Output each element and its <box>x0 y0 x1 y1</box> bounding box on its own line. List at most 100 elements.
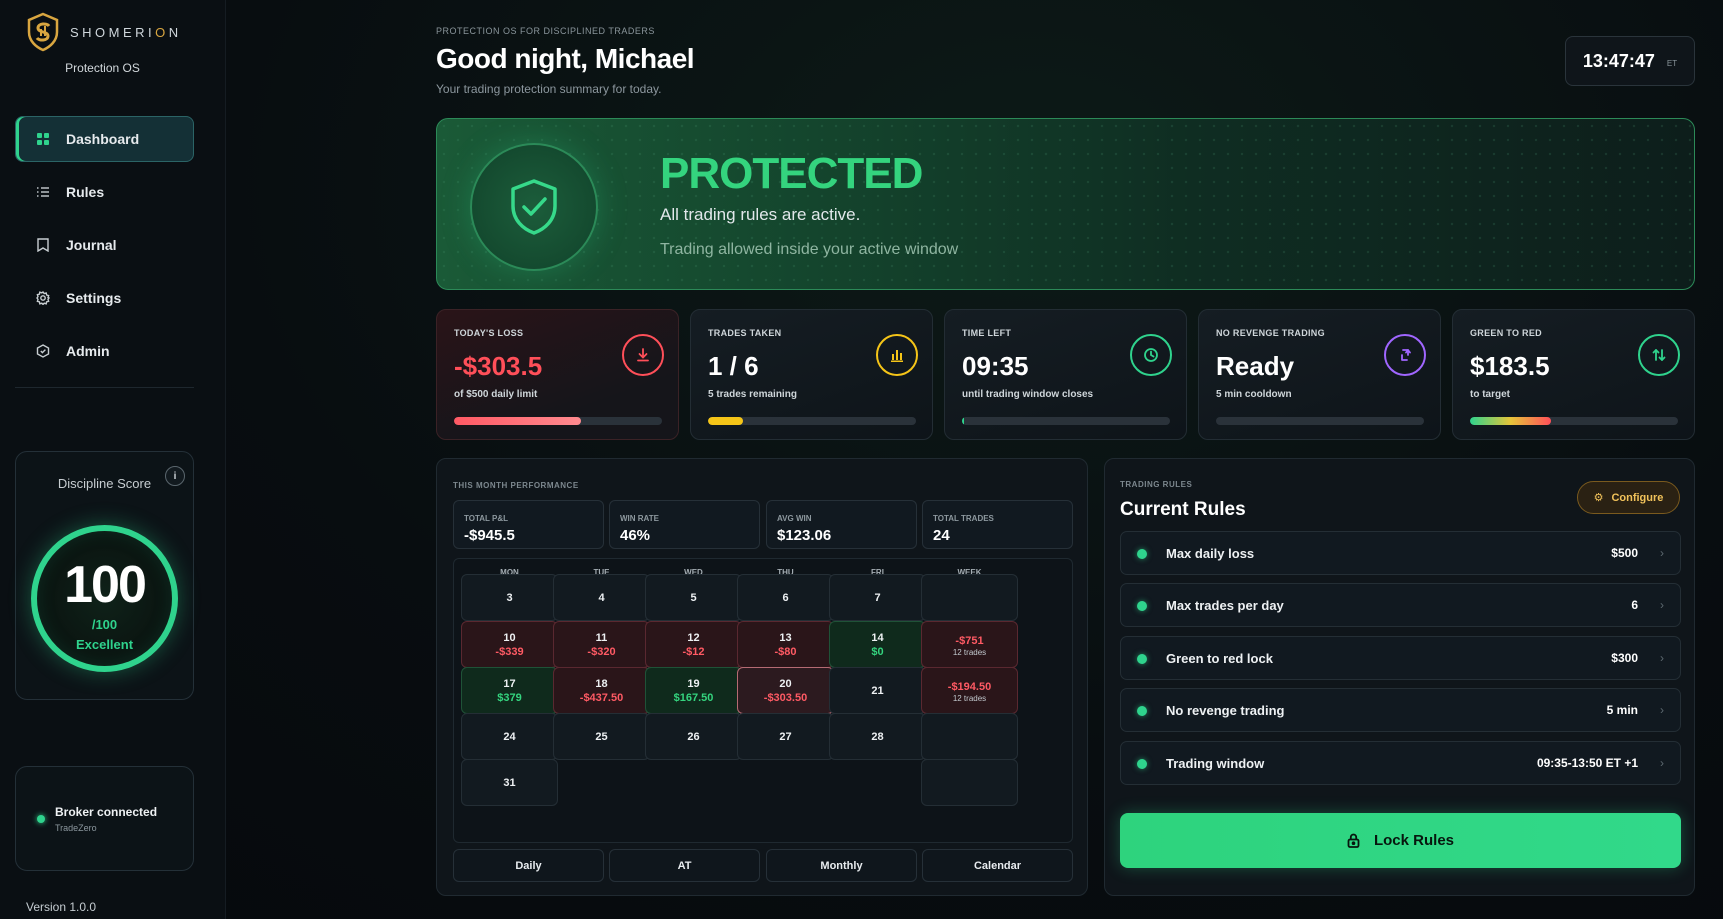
sidebar-item-label: Dashboard <box>66 131 140 147</box>
clock-time: 13:47:47 <box>1582 50 1655 71</box>
calendar-week-summary[interactable]: -$751 12 trades <box>921 621 1018 668</box>
protection-status: PROTECTED <box>660 149 923 198</box>
calendar-day-cell[interactable]: 14 $0 <box>829 621 926 668</box>
stat-card-green-to-red[interactable]: GREEN TO RED $183.5 to target <box>1452 309 1695 440</box>
calendar-week-summary[interactable] <box>921 713 1018 760</box>
rule-max-daily-loss[interactable]: Max daily loss $500 › <box>1120 531 1681 575</box>
kpi-label: TOTAL P&L <box>464 514 508 523</box>
view-monthly-button[interactable]: Monthly <box>766 849 917 882</box>
cycle-icon <box>1384 334 1426 376</box>
target-progress-bar <box>1470 417 1678 425</box>
stat-label: TIME LEFT <box>962 328 1012 338</box>
lock-rules-button[interactable]: Lock Rules <box>1120 813 1681 868</box>
calendar-day-cell[interactable]: 24 <box>461 713 558 760</box>
calendar-day-cell[interactable]: 21 <box>829 667 926 714</box>
stat-card-trades-taken[interactable]: TRADES TAKEN 1 / 6 5 trades remaining <box>690 309 933 440</box>
calendar-week-summary[interactable] <box>921 759 1018 806</box>
rule-active-dot <box>1137 601 1147 611</box>
rule-name: Green to red lock <box>1166 651 1273 666</box>
stat-subtext: of $500 daily limit <box>454 389 538 400</box>
rule-max-trades-per-day[interactable]: Max trades per day 6 › <box>1120 583 1681 627</box>
sidebar-item-rules[interactable]: Rules <box>15 169 194 215</box>
calendar-day-number: 26 <box>687 730 700 743</box>
calendar-week-trades: 12 trades <box>952 693 987 703</box>
calendar-day-cell[interactable]: 10 -$339 <box>461 621 558 668</box>
stat-label: GREEN TO RED <box>1470 328 1542 338</box>
sidebar-item-dashboard[interactable]: Dashboard <box>15 116 194 162</box>
calendar-day-cell[interactable]: 17 $379 <box>461 667 558 714</box>
calendar-day-cell[interactable]: 4 <box>553 574 650 621</box>
calendar-day-number: 28 <box>871 730 884 743</box>
sidebar-item-settings[interactable]: Settings <box>15 275 194 321</box>
calendar-day-pnl: -$12 <box>682 645 705 658</box>
chevron-right-icon: › <box>1660 598 1664 612</box>
rule-name: Trading window <box>1166 756 1265 771</box>
sidebar-item-journal[interactable]: Journal <box>15 222 194 268</box>
calendar-day-cell[interactable]: 20 -$303.50 <box>737 667 834 714</box>
calendar-day-cell[interactable]: 28 <box>829 713 926 760</box>
rule-no-revenge-trading[interactable]: No revenge trading 5 min › <box>1120 688 1681 732</box>
rule-trading-window[interactable]: Trading window 09:35-13:50 ET +1 › <box>1120 741 1681 785</box>
calendar-day-cell[interactable]: 18 -$437.50 <box>553 667 650 714</box>
list-icon <box>36 185 50 199</box>
rule-name: Max daily loss <box>1166 546 1255 561</box>
view-at-button[interactable]: AT <box>609 849 760 882</box>
calendar-day-cell[interactable]: 5 <box>645 574 742 621</box>
stat-card-time-left[interactable]: TIME LEFT 09:35 until trading window clo… <box>944 309 1187 440</box>
shield-check-icon <box>470 143 598 271</box>
calendar-day-pnl: -$194.50 <box>947 680 992 693</box>
calendar-day-cell[interactable]: 31 <box>461 759 558 806</box>
calendar-day-cell[interactable]: 11 -$320 <box>553 621 650 668</box>
kpi-win-rate: WIN RATE 46% <box>609 500 760 549</box>
calendar-day-pnl: -$437.50 <box>579 691 624 704</box>
calendar-week-summary[interactable] <box>921 574 1018 621</box>
time-progress-bar <box>962 417 1170 425</box>
calendar-day-number: 25 <box>595 730 608 743</box>
discipline-score-grade: Excellent <box>75 637 134 652</box>
calendar-day-pnl: $167.50 <box>673 691 714 704</box>
stat-subtext: until trading window closes <box>962 389 1094 400</box>
shield-icon <box>36 344 50 358</box>
stat-label: TODAY'S LOSS <box>454 328 524 338</box>
clock-icon <box>1130 334 1172 376</box>
rule-name: No revenge trading <box>1166 703 1285 718</box>
discipline-score-card: Discipline Score i 100 /100 Excellent <box>15 451 194 700</box>
protection-status-banner: PROTECTED All trading rules are active. … <box>436 118 1695 290</box>
brand[interactable]: SHOMERION <box>26 12 182 52</box>
view-calendar-button[interactable]: Calendar <box>922 849 1073 882</box>
calendar-day-cell[interactable]: 26 <box>645 713 742 760</box>
calendar-day-number: 17 <box>503 677 516 690</box>
calendar-day-cell[interactable]: 25 <box>553 713 650 760</box>
calendar-day-cell[interactable]: 13 -$80 <box>737 621 834 668</box>
sidebar-item-admin[interactable]: Admin <box>15 328 194 374</box>
protection-message: All trading rules are active. <box>660 205 861 224</box>
calendar-day-number: 11 <box>595 631 608 644</box>
broker-status-card[interactable]: Broker connected TradeZero <box>15 766 194 871</box>
stat-card-todays-loss[interactable]: TODAY'S LOSS -$303.5 of $500 daily limit <box>436 309 679 440</box>
stat-value: Ready <box>1216 351 1295 381</box>
calendar-week-summary[interactable]: -$194.50 12 trades <box>921 667 1018 714</box>
calendar-day-cell[interactable]: 12 -$12 <box>645 621 742 668</box>
stat-value: 1 / 6 <box>708 351 759 381</box>
sidebar-item-label: Journal <box>66 237 117 253</box>
calendar-day-cell[interactable]: 19 $167.50 <box>645 667 742 714</box>
page-subtitle: Your trading protection summary for toda… <box>436 82 662 96</box>
view-daily-button[interactable]: Daily <box>453 849 604 882</box>
chevron-right-icon: › <box>1660 756 1664 770</box>
arrow-down-icon <box>622 334 664 376</box>
trading-window-message: Trading allowed inside your active windo… <box>660 241 959 258</box>
discipline-score-ring: 100 /100 Excellent <box>31 525 178 672</box>
calendar-day-cell[interactable]: 3 <box>461 574 558 621</box>
calendar-day-cell[interactable]: 27 <box>737 713 834 760</box>
rules-eyebrow: TRADING RULES <box>1120 480 1193 489</box>
stat-card-no-revenge-trading[interactable]: NO REVENGE TRADING Ready 5 min cooldown <box>1198 309 1441 440</box>
kpi-value: 24 <box>933 527 950 544</box>
calendar-day-cell[interactable]: 7 <box>829 574 926 621</box>
calendar-day-number: 27 <box>779 730 792 743</box>
kpi-label: AVG WIN <box>777 514 812 523</box>
calendar-day-cell[interactable]: 6 <box>737 574 834 621</box>
info-icon[interactable]: i <box>165 466 185 486</box>
rule-green-to-red-lock[interactable]: Green to red lock $300 › <box>1120 636 1681 680</box>
swap-icon <box>1638 334 1680 376</box>
configure-button[interactable]: ⚙ Configure <box>1577 481 1680 514</box>
